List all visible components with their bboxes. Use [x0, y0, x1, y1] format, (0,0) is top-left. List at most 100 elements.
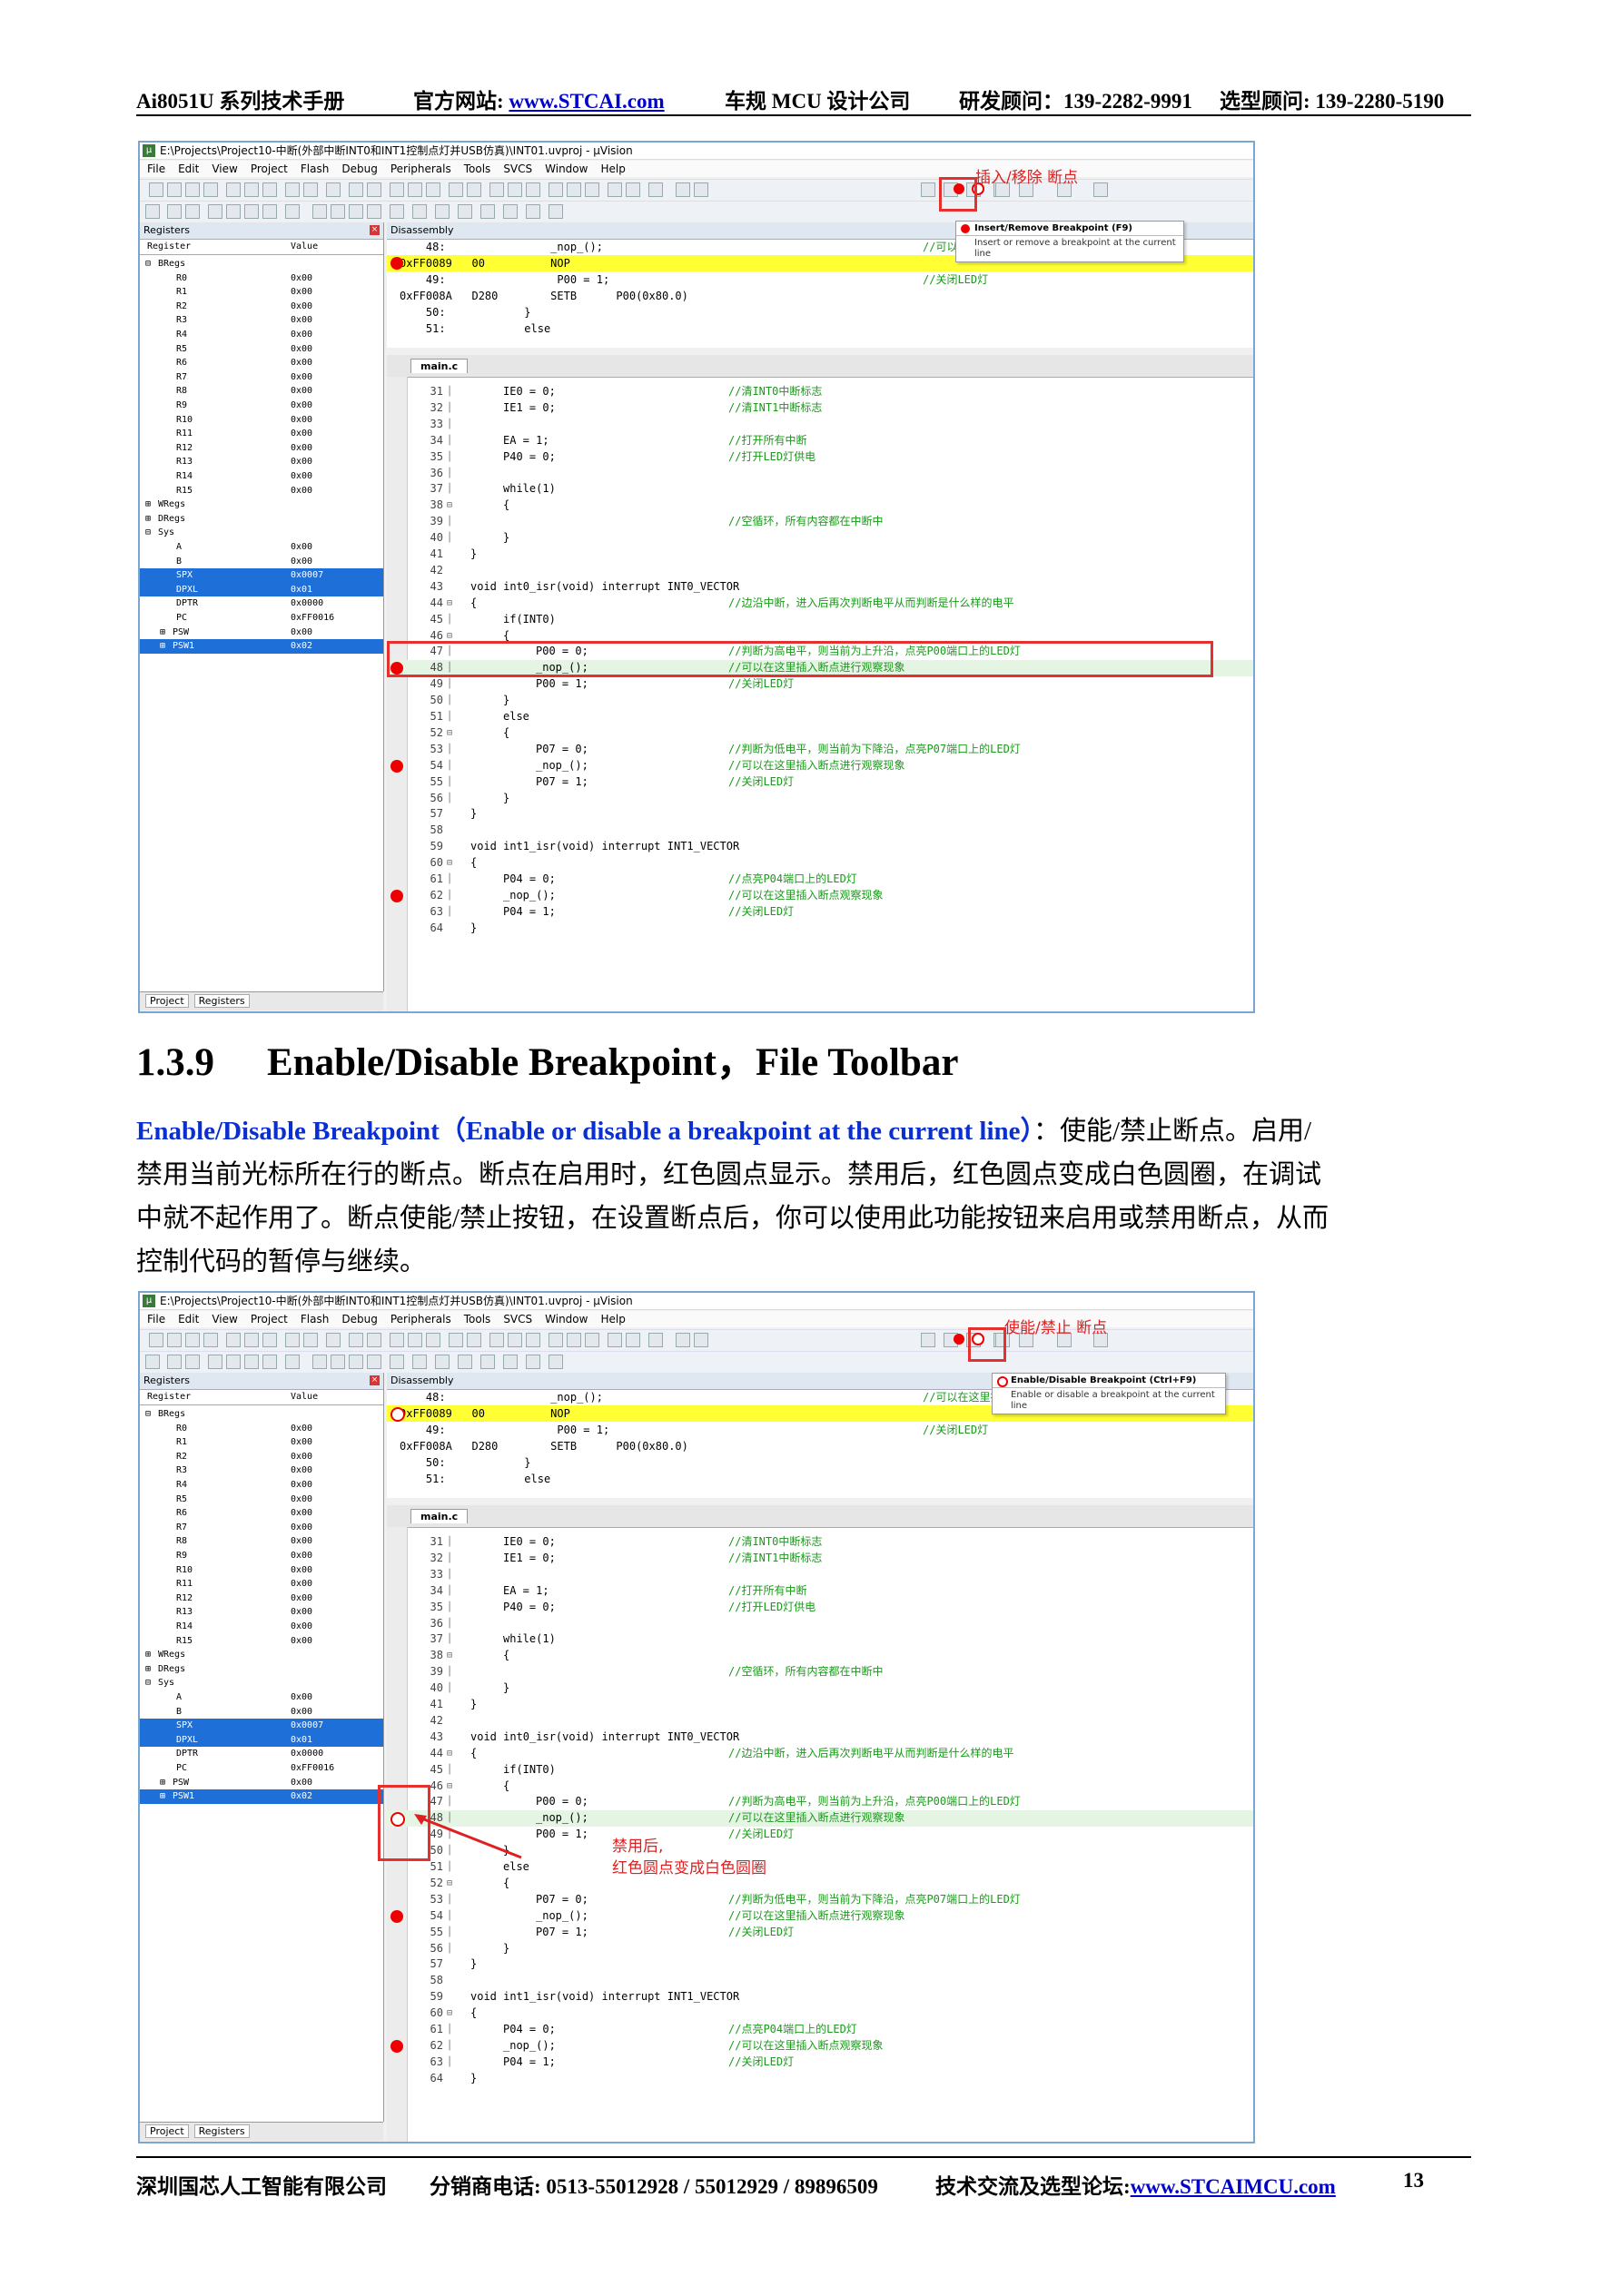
toolbar-button-icon[interactable]: [1093, 182, 1108, 197]
toolbar-button-icon[interactable]: [489, 1333, 504, 1347]
menu-item[interactable]: Project: [251, 163, 288, 175]
toolbar-button-icon[interactable]: [285, 182, 300, 197]
register-row[interactable]: R10 0x00: [140, 413, 383, 428]
register-row[interactable]: ⊞ PSW1 0x02: [140, 639, 383, 654]
toolbar-button-icon[interactable]: [244, 1333, 259, 1347]
tab-main-c[interactable]: main.c: [410, 1509, 469, 1523]
toolbar-button-icon[interactable]: [331, 204, 345, 219]
toolbar-button-icon[interactable]: [408, 1333, 422, 1347]
fold-toggle-icon[interactable]: ⊟: [447, 725, 452, 742]
register-row[interactable]: ⊟ Sys: [140, 1676, 383, 1690]
toolbar-button-icon[interactable]: [426, 182, 440, 197]
toolbar-button-icon[interactable]: [367, 1355, 381, 1369]
toolbar-button-icon[interactable]: [408, 182, 422, 197]
expand-toggle-icon[interactable]: ⊞: [145, 1648, 151, 1662]
register-row[interactable]: R2 0x00: [140, 300, 383, 314]
disasm-disabled-breakpoint-icon[interactable]: [390, 1407, 405, 1422]
menu-item[interactable]: SVCS: [503, 1313, 532, 1325]
toolbar-button-icon[interactable]: [208, 1355, 222, 1369]
expand-toggle-icon[interactable]: ⊞: [160, 626, 165, 640]
menu-item[interactable]: Debug: [341, 1313, 377, 1325]
toolbar-button-icon[interactable]: [262, 204, 277, 219]
menu-item[interactable]: Flash: [301, 163, 329, 175]
toolbar-button-icon[interactable]: [349, 182, 363, 197]
toolbar-button-icon[interactable]: [921, 1333, 935, 1347]
menu-item[interactable]: Window: [545, 163, 588, 175]
toolbar-button-icon[interactable]: [608, 182, 622, 197]
register-row[interactable]: ⊞ DRegs: [140, 512, 383, 527]
toolbar-button-icon[interactable]: [426, 1333, 440, 1347]
toolbar-button-icon[interactable]: [549, 204, 563, 219]
register-row[interactable]: R13 0x00: [140, 455, 383, 469]
menu-item[interactable]: Peripherals: [390, 1313, 451, 1325]
expand-toggle-icon[interactable]: ⊟: [145, 1676, 151, 1690]
toolbar-button-icon[interactable]: [676, 1333, 690, 1347]
menu-item[interactable]: Help: [600, 163, 625, 175]
toolbar-button-icon[interactable]: [921, 182, 935, 197]
register-row[interactable]: DPXL 0x01: [140, 1732, 383, 1748]
fold-toggle-icon[interactable]: ⊟: [447, 596, 452, 612]
breakpoint-icon[interactable]: [390, 759, 403, 773]
register-row[interactable]: R0 0x00: [140, 1422, 383, 1436]
register-row[interactable]: R3 0x00: [140, 1463, 383, 1478]
register-row[interactable]: R1 0x00: [140, 285, 383, 300]
toolbar-button-icon[interactable]: [508, 1333, 522, 1347]
toolbar-button-icon[interactable]: [285, 1333, 300, 1347]
toolbar-button-icon[interactable]: [480, 204, 495, 219]
toolbar-button-icon[interactable]: [167, 182, 182, 197]
toolbar-button-icon[interactable]: [390, 1333, 404, 1347]
toolbar-button-icon[interactable]: [503, 1355, 518, 1369]
menu-item[interactable]: Tools: [464, 1313, 491, 1325]
register-row[interactable]: DPXL 0x01: [140, 582, 383, 597]
register-row[interactable]: R15 0x00: [140, 484, 383, 498]
register-row[interactable]: R12 0x00: [140, 1591, 383, 1606]
toolbar-button-icon[interactable]: [167, 1333, 182, 1347]
toolbar-button-icon[interactable]: [149, 182, 163, 197]
register-row[interactable]: R13 0x00: [140, 1605, 383, 1620]
toolbar-button-icon[interactable]: [390, 1355, 404, 1369]
toolbar-button-icon[interactable]: [185, 1355, 200, 1369]
register-row[interactable]: R8 0x00: [140, 384, 383, 399]
expand-toggle-icon[interactable]: ⊟: [145, 257, 151, 271]
register-row[interactable]: B 0x00: [140, 1705, 383, 1720]
expand-toggle-icon[interactable]: ⊞: [160, 639, 165, 654]
breakpoint-icon[interactable]: [390, 889, 403, 902]
register-row[interactable]: R3 0x00: [140, 313, 383, 328]
menu-item[interactable]: Flash: [301, 1313, 329, 1325]
website-link[interactable]: www.STCAI.com: [509, 90, 664, 113]
toolbar-button-icon[interactable]: [549, 1355, 563, 1369]
menu-item[interactable]: SVCS: [503, 163, 532, 175]
toolbar-button-icon[interactable]: [467, 1333, 481, 1347]
menu-item[interactable]: Help: [600, 1313, 625, 1325]
toolbar-button-icon[interactable]: [326, 1333, 341, 1347]
register-row[interactable]: B 0x00: [140, 555, 383, 569]
register-row[interactable]: DPTR 0x0000: [140, 596, 383, 611]
register-row[interactable]: R14 0x00: [140, 469, 383, 484]
menu-item[interactable]: Window: [545, 1313, 588, 1325]
menu-item[interactable]: Tools: [464, 163, 491, 175]
register-row[interactable]: ⊟ BRegs: [140, 1407, 383, 1422]
toolbar-button-icon[interactable]: [262, 1355, 277, 1369]
register-row[interactable]: PC 0xFF0016: [140, 1761, 383, 1776]
toolbar-button-icon[interactable]: [526, 204, 540, 219]
toolbar-button-icon[interactable]: [312, 204, 327, 219]
toolbar-button-icon[interactable]: [458, 1355, 472, 1369]
toolbar-button-icon[interactable]: [349, 1355, 363, 1369]
menu-item[interactable]: Peripherals: [390, 163, 451, 175]
toolbar-button-icon[interactable]: [312, 1355, 327, 1369]
register-row[interactable]: R6 0x00: [140, 356, 383, 370]
toolbar-button-icon[interactable]: [226, 204, 241, 219]
register-row[interactable]: ⊞ PSW 0x00: [140, 626, 383, 640]
register-row[interactable]: ⊟ Sys: [140, 526, 383, 540]
toolbar-button-icon[interactable]: [349, 1333, 363, 1347]
toolbar-button-icon[interactable]: [648, 182, 663, 197]
toolbar-button-icon[interactable]: [285, 1355, 300, 1369]
toolbar-button-icon[interactable]: [676, 182, 690, 197]
menu-item[interactable]: File: [147, 163, 165, 175]
toolbar-button-icon[interactable]: [367, 1333, 381, 1347]
register-row[interactable]: R12 0x00: [140, 441, 383, 456]
forum-link[interactable]: www.STCAIMCU.com: [1131, 2175, 1336, 2198]
toolbar-button-icon[interactable]: [244, 1355, 259, 1369]
menu-item[interactable]: View: [212, 163, 237, 175]
register-row[interactable]: ⊟ BRegs: [140, 257, 383, 271]
